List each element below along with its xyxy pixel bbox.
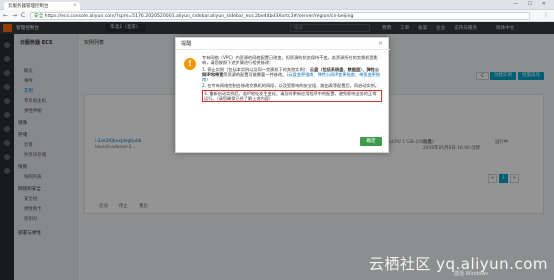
dialog-step-1: 1. 停止实例（包括本实例以及同一交换机下的其他实例）：云盘（包括系统盘、数据盘… — [202, 66, 381, 83]
tab-close-icon[interactable]: × — [73, 3, 77, 8]
dialog-intro: 专有网络（VPC）内资源的网络配置已改变，但资源的状态保持不变。若资源所在的交换… — [202, 55, 378, 66]
url-text: https://ecs.console.aliyun.com/?spm=5176… — [44, 14, 354, 19]
forward-icon[interactable]: → — [12, 12, 17, 19]
browser-tab[interactable]: 云服务器管理控制台 × — [4, 2, 80, 10]
step1-suffix: 等资源的配置可能需要一并修改。 — [223, 71, 287, 77]
dialog-step-3-highlight: 3. 重新启动实例后，若IP地址发生变化，请及时更新应用程序中的配置，避免影响业… — [202, 89, 382, 103]
back-icon[interactable]: ← — [3, 12, 8, 19]
browser-tab-bar: 云服务器管理控制台 × — ☐ ✕ — [0, 0, 554, 10]
dialog-step-2: 2. 在专有网络控制台修改交换机的网段，以及受影响的安全组、路由表等配置后，再启… — [202, 83, 380, 89]
warning-icon: ! — [184, 58, 196, 70]
step1-prefix: 1. 停止实例（包括本实例以及同一交换机下的其他实例）： — [202, 66, 310, 72]
secure-label: 安全 — [34, 14, 44, 19]
address-bar: ← → C 安全 https://ecs.console.aliyun.com/… — [0, 10, 554, 22]
tab-title: 云服务器管理控制台 — [8, 4, 49, 9]
watermark-text: 云栖社区 yq.aliyun.com — [368, 255, 548, 273]
dialog-ok-button[interactable]: 确定 — [360, 137, 382, 146]
browser-menu-icon[interactable]: ⋮ — [543, 12, 549, 19]
reload-icon[interactable]: C — [21, 12, 25, 19]
reminder-dialog: 提醒 × ! 专有网络（VPC）内资源的网络配置已改变，但资源的状态保持不变。若… — [175, 37, 390, 153]
dialog-body: 专有网络（VPC）内资源的网络配置已改变，但资源的状态保持不变。若资源所在的交换… — [202, 55, 382, 103]
dialog-title: 提醒 — [176, 38, 390, 50]
url-input[interactable]: 安全 https://ecs.console.aliyun.com/?spm=5… — [30, 12, 530, 20]
dialog-close-icon[interactable]: × — [378, 40, 383, 47]
window-controls[interactable]: — ☐ ✕ — [513, 1, 550, 7]
